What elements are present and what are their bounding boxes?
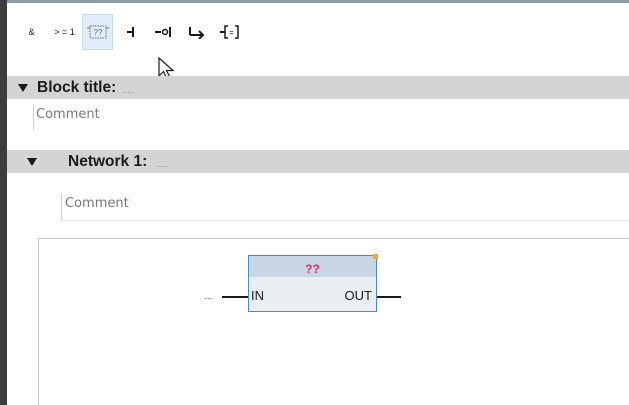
and-box-button[interactable]: & (16, 14, 47, 50)
and-label: & (28, 27, 35, 37)
assignment-button[interactable]: = (214, 14, 245, 50)
out-pin-label: OUT (344, 288, 372, 303)
empty-box-button[interactable]: ?? (82, 14, 113, 50)
block-comment-field[interactable]: Comment (33, 104, 629, 130)
svg-text:??: ?? (93, 28, 102, 37)
in-operand-placeholder[interactable]: ... (204, 291, 212, 302)
close-branch-button[interactable] (181, 14, 212, 50)
or-label: > = 1 (54, 27, 75, 37)
window-left-border (0, 0, 7, 405)
open-branch-button[interactable] (115, 14, 146, 50)
assignment-icon: = (219, 25, 239, 39)
box-name-field[interactable]: ?? (249, 256, 376, 277)
block-title-input[interactable]: ..... (122, 85, 135, 95)
empty-box-icon: ?? (86, 25, 109, 39)
open-branch-icon (126, 27, 134, 37)
close-branch-icon (188, 27, 204, 39)
block-title-header[interactable]: Block title: ..... (7, 76, 629, 99)
network-1-header[interactable]: Network 1: ..... (7, 150, 629, 173)
network-title-input[interactable]: ..... (156, 159, 169, 169)
svg-text:=: = (229, 28, 234, 37)
collapse-triangle-icon[interactable] (27, 157, 37, 166)
collapse-triangle-icon[interactable] (18, 83, 28, 92)
or-box-button[interactable]: > = 1 (49, 14, 80, 50)
toolbar-top-line (7, 0, 629, 3)
block-title-label: Block title: (37, 78, 117, 96)
empty-box-instruction[interactable]: ?? IN OUT (248, 254, 378, 312)
negate-icon (154, 27, 171, 37)
box-corner-marker (373, 254, 378, 259)
network-title-label: Network 1: (68, 152, 148, 170)
fbd-toolbar: & > = 1 ?? = (16, 14, 247, 50)
out-connection-line (377, 296, 401, 298)
in-connection-line (222, 296, 248, 298)
negate-button[interactable] (148, 14, 179, 50)
network-comment-field[interactable]: Comment (61, 193, 629, 221)
in-pin-label: IN (251, 288, 264, 303)
